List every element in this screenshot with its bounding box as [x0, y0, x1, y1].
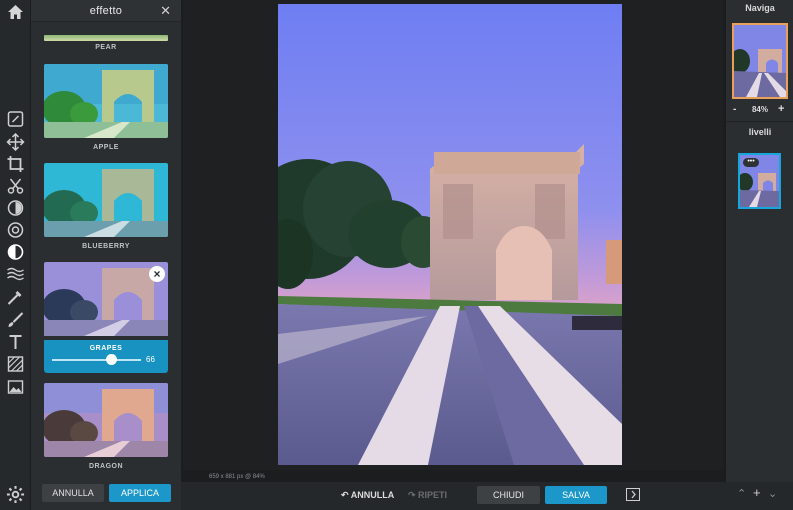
effect-thumb-dragon[interactable]: [44, 383, 168, 457]
effect-label-pear: PEAR: [95, 44, 117, 51]
intensity-slider-handle[interactable]: [106, 354, 117, 365]
compare-icon[interactable]: [626, 488, 640, 501]
layer-options-icon[interactable]: •••: [743, 158, 759, 167]
divider: [726, 121, 793, 122]
intensity-value: 66: [146, 355, 155, 364]
undo-button[interactable]: ↶ ANNULLA: [341, 490, 394, 501]
settings-icon[interactable]: [6, 485, 25, 504]
effect-label-apple: APPLE: [93, 144, 119, 151]
draw-icon[interactable]: [6, 288, 25, 306]
effect-label-blueberry: BLUEBERRY: [82, 243, 130, 250]
navigator-preview[interactable]: [732, 23, 788, 99]
navigator-title: Naviga: [745, 3, 775, 13]
effect-list[interactable]: PEAR APPLE BLUEBERRY GRAPES 66 DRAGON: [31, 22, 181, 476]
panel-footer: ANNULLA APPLICA: [31, 476, 181, 510]
intensity-slider-track[interactable]: [52, 359, 141, 361]
panel-title: effetto: [89, 5, 123, 17]
chevron-up-icon[interactable]: ⌃: [737, 487, 746, 500]
close-icon[interactable]: ✕: [160, 4, 171, 17]
texture-icon[interactable]: [6, 355, 25, 373]
effect-thumb-blueberry[interactable]: [44, 163, 168, 237]
undo-label: ANNULLA: [350, 490, 395, 500]
undo-icon: ↶: [341, 490, 351, 500]
tool-rail: [0, 0, 31, 510]
panel-header: effetto ✕: [31, 0, 181, 22]
redo-icon: ↷: [408, 490, 419, 500]
effect-settings-grapes: GRAPES 66: [44, 340, 168, 373]
zoom-in-button[interactable]: +: [778, 103, 784, 115]
cancel-button[interactable]: ANNULLA: [42, 484, 104, 502]
photo-canvas[interactable]: [278, 4, 622, 465]
effect-thumb-apple[interactable]: [44, 64, 168, 138]
layer-item[interactable]: •••: [738, 153, 781, 209]
effect-label-grapes: GRAPES: [89, 345, 123, 352]
layer-actions: ⌃ + ⌄: [737, 485, 787, 503]
apply-button[interactable]: APPLICA: [109, 484, 171, 502]
wave-icon[interactable]: [6, 265, 25, 283]
effect-thumb-pear[interactable]: [44, 35, 168, 41]
right-panel: Naviga - 84% + livelli •••: [725, 0, 793, 482]
redo-label: RIPETI: [418, 490, 448, 500]
effect-icon[interactable]: [6, 243, 25, 261]
effect-label-dragon: DRAGON: [88, 463, 124, 470]
crop-icon[interactable]: [6, 155, 25, 173]
bottom-bar: ↶ ANNULLA ↷ RIPETI CHIUDI SALVA ⌃ + ⌄: [181, 482, 793, 510]
photo-editor: effetto ✕ PEAR APPLE BLUEBERRY GRAPES 66…: [0, 0, 793, 510]
effect-panel: effetto ✕ PEAR APPLE BLUEBERRY GRAPES 66…: [31, 0, 181, 510]
move-icon[interactable]: [6, 133, 25, 151]
add-layer-button[interactable]: +: [753, 485, 761, 500]
layers-title: livelli: [748, 127, 772, 137]
save-button[interactable]: SALVA: [545, 486, 607, 504]
edit-icon[interactable]: [6, 110, 25, 128]
remove-effect-icon[interactable]: ×: [149, 266, 165, 282]
close-button[interactable]: CHIUDI: [477, 486, 540, 504]
cut-icon[interactable]: [6, 177, 25, 195]
text-icon[interactable]: [6, 333, 25, 351]
brush-icon[interactable]: [6, 311, 25, 329]
filter-icon[interactable]: [6, 221, 25, 239]
canvas-area: 659 x 881 px @ 84%: [181, 0, 725, 482]
image-icon[interactable]: [6, 378, 25, 396]
workspace: [183, 0, 723, 470]
chevron-down-icon[interactable]: ⌄: [768, 487, 777, 500]
adjust-icon[interactable]: [6, 199, 25, 217]
home-icon[interactable]: [7, 4, 24, 20]
redo-button[interactable]: ↷ RIPETI: [408, 490, 447, 501]
image-info: 659 x 881 px @ 84%: [209, 474, 265, 480]
